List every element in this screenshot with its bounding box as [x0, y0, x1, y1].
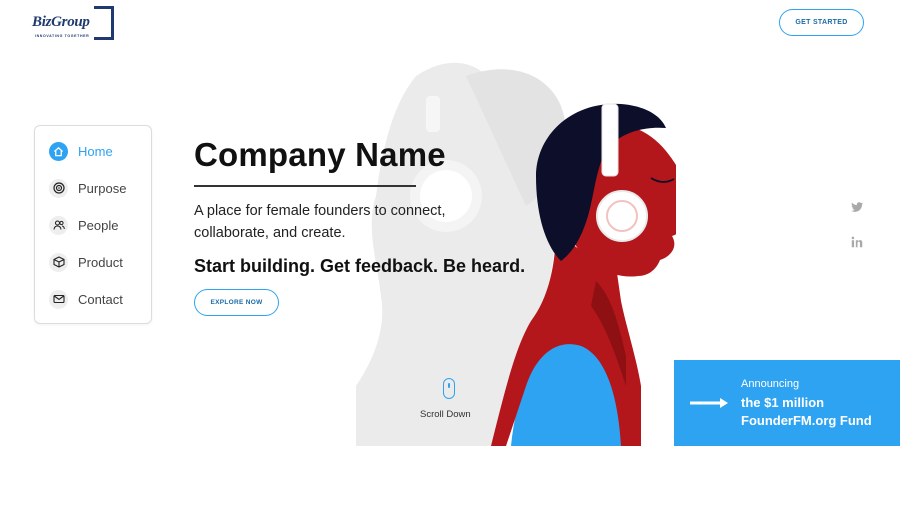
logo-name-part2: Group — [51, 14, 90, 30]
announcement-kicker: Announcing — [741, 378, 800, 390]
linkedin-icon[interactable] — [850, 235, 864, 249]
nav-item-label: Purpose — [78, 180, 127, 196]
logo[interactable]: BizGroup INNOVATING TOGETHER — [32, 6, 114, 42]
logo-tagline: INNOVATING TOGETHER — [35, 34, 90, 38]
scroll-down-label[interactable]: Scroll Down — [420, 409, 471, 420]
announcement-headline: the $1 million FounderFM.org Fund — [741, 394, 872, 430]
nav-item-label: Product — [78, 254, 123, 270]
nav-item-product[interactable]: Product — [49, 251, 123, 273]
announcement-line2: FounderFM.org Fund — [741, 413, 872, 428]
hero-tagline: Start building. Get feedback. Be heard. — [194, 256, 526, 276]
announcement-banner[interactable]: Announcing the $1 million FounderFM.org … — [674, 360, 900, 446]
logo-frame — [94, 6, 114, 40]
logo-name-part1: Biz — [32, 14, 52, 30]
explore-now-button[interactable]: EXPLORE NOW — [194, 289, 279, 316]
hero-title: Company Name — [194, 136, 446, 173]
nav-item-label: People — [78, 217, 119, 233]
announcement-line1: the $1 million — [741, 395, 825, 410]
target-icon — [49, 178, 68, 198]
people-icon — [49, 215, 68, 235]
hero-description: A place for female founders to connect, … — [194, 203, 446, 241]
nav-item-contact[interactable]: Contact — [49, 288, 123, 310]
nav-item-home[interactable]: Home — [49, 140, 113, 162]
nav-item-label: Contact — [78, 291, 123, 307]
logo-wordmark: BizGroup — [32, 14, 90, 31]
title-divider — [194, 185, 416, 187]
nav-item-people[interactable]: People — [49, 214, 118, 236]
side-navigation: Home Purpose People Product Contact — [34, 125, 152, 324]
nav-item-label: Home — [78, 143, 113, 159]
box-icon — [49, 252, 68, 272]
get-started-button[interactable]: GET STARTED — [779, 9, 864, 36]
hero-illustration — [356, 62, 676, 446]
arrow-right-icon — [690, 398, 728, 408]
nav-item-purpose[interactable]: Purpose — [49, 177, 126, 199]
twitter-icon[interactable] — [850, 200, 864, 214]
scroll-mouse-icon[interactable] — [443, 378, 455, 399]
home-icon — [49, 141, 68, 161]
mail-icon — [49, 289, 68, 309]
